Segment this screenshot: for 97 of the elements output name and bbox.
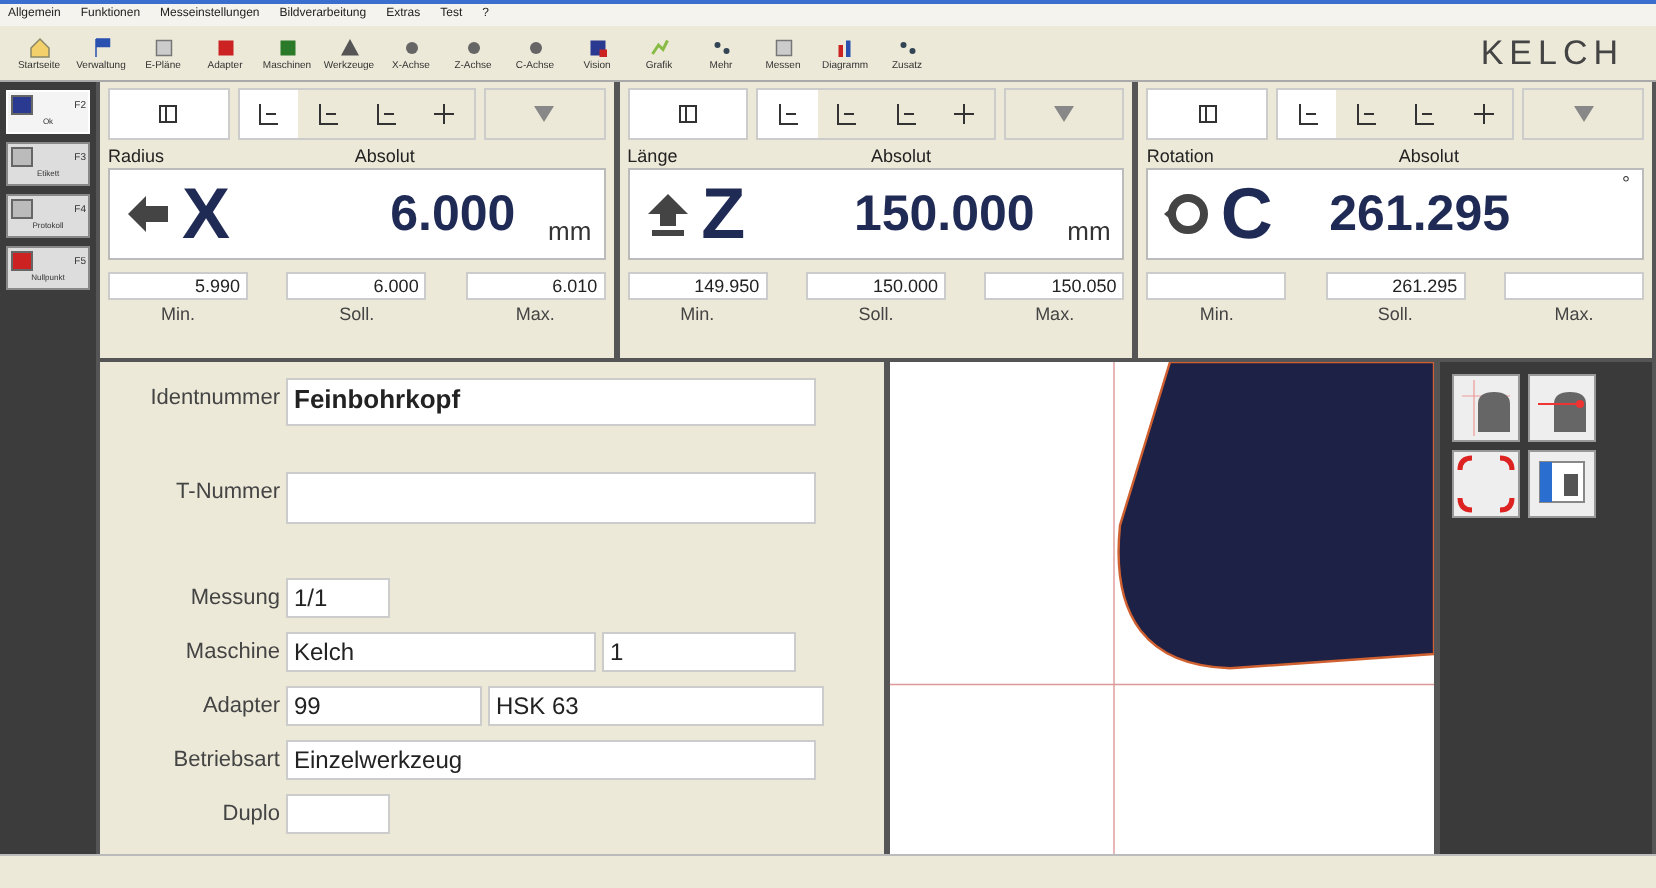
input-field[interactable]: HSK 63	[488, 686, 824, 726]
view-button[interactable]	[108, 88, 230, 140]
axis-value: 150.000	[851, 185, 1035, 243]
tool-view-button[interactable]	[1452, 450, 1520, 518]
limit-label: Max.	[1035, 304, 1075, 324]
bracket-icon	[1354, 102, 1379, 126]
brand-logo: KELCH	[1480, 33, 1626, 73]
bracket-icon	[315, 102, 340, 126]
filter-button[interactable]	[484, 88, 606, 140]
field-label: T-Nummer	[174, 478, 280, 504]
axis-name: Rotation	[1146, 144, 1214, 168]
limit-label: Min.	[160, 304, 195, 324]
document-icon	[771, 35, 795, 59]
axis-letter: X	[182, 178, 231, 250]
bracket-icon	[1295, 102, 1320, 126]
limit-field[interactable]: 261.295	[1325, 272, 1466, 300]
crosshair-icon	[952, 102, 977, 126]
bracket-icon	[893, 102, 918, 126]
rotate-icon	[1160, 190, 1213, 238]
view-button[interactable]	[627, 88, 749, 140]
field-label: Adapter	[200, 692, 280, 718]
unit-label: mm	[1065, 216, 1111, 246]
unit-label: °	[1622, 174, 1631, 196]
mode-button[interactable]	[1278, 90, 1337, 138]
limit-field[interactable]: 150.050	[984, 272, 1125, 300]
input-field[interactable]	[286, 472, 816, 524]
axis-value: 6.000	[388, 185, 516, 243]
tool-view-button[interactable]	[1528, 450, 1596, 518]
block-icon	[213, 35, 237, 59]
field-label: Messung	[188, 584, 280, 610]
input-field[interactable]: 1	[602, 632, 796, 672]
house-icon	[27, 35, 51, 59]
mode-label: Absolut	[352, 144, 417, 168]
limit-field[interactable]: 5.990	[108, 272, 248, 300]
limit-label: Soll.	[339, 304, 375, 324]
window-icon	[10, 250, 38, 272]
mode-button[interactable]	[239, 90, 299, 138]
input-field[interactable]: 99	[286, 686, 482, 726]
limit-label: Max.	[515, 304, 555, 324]
image-icon	[585, 35, 609, 59]
window-icon	[10, 94, 38, 116]
input-field[interactable]: 1/1	[286, 578, 390, 618]
triangle-icon	[337, 35, 361, 59]
filter-button[interactable]	[1522, 88, 1645, 140]
bracket-icon	[834, 102, 859, 126]
view-button[interactable]	[1146, 88, 1269, 140]
limit-field[interactable]: 6.010	[465, 272, 606, 300]
frame-icon	[1195, 102, 1220, 126]
field-label: Betriebsart	[171, 746, 280, 772]
window-icon	[10, 146, 38, 168]
limit-field[interactable]: 149.950	[627, 272, 768, 300]
document-icon	[151, 35, 175, 59]
triangle-icon	[532, 102, 557, 126]
bracket-icon	[1412, 102, 1437, 126]
crosshair-icon	[1471, 102, 1496, 126]
field-label: Duplo	[220, 800, 280, 826]
limit-label: Soll.	[1377, 304, 1413, 324]
axis-name: Länge	[627, 144, 678, 168]
line-graph-icon	[647, 35, 671, 59]
square-icon	[275, 35, 299, 59]
axis-letter: C	[1220, 178, 1273, 250]
mode-label: Absolut	[1396, 144, 1461, 168]
field-label: Identnummer	[148, 384, 280, 410]
input-field[interactable]	[286, 794, 390, 834]
limit-field[interactable]	[1146, 272, 1287, 300]
triangle-icon	[1571, 102, 1596, 126]
bracket-icon	[374, 102, 399, 126]
input-field[interactable]: Einzelwerkzeug	[286, 740, 816, 780]
tool-view-button[interactable]	[1452, 374, 1520, 442]
input-field[interactable]: Kelch	[286, 632, 596, 672]
axis-name: Radius	[108, 144, 165, 168]
input-field[interactable]: Feinbohrkopf	[286, 378, 816, 426]
triangle-icon	[1052, 102, 1077, 126]
crosshair-icon	[432, 102, 457, 126]
axis-value: 261.295	[1327, 185, 1511, 243]
corners-icon	[1454, 452, 1518, 516]
limit-label: Min.	[1199, 304, 1234, 324]
window-icon	[10, 198, 38, 220]
bracket-icon	[776, 102, 801, 126]
axis-letter: Z	[701, 178, 746, 250]
tool-view-button[interactable]	[1528, 374, 1596, 442]
limit-field[interactable]	[1504, 272, 1644, 300]
flag-icon	[89, 35, 113, 59]
bracket-icon	[256, 102, 281, 126]
limit-label: Max.	[1554, 304, 1594, 324]
limit-label: Soll.	[858, 304, 894, 324]
filter-button[interactable]	[1003, 88, 1125, 140]
mode-button[interactable]	[758, 90, 818, 138]
field-label: Maschine	[183, 638, 280, 664]
limit-label: Min.	[680, 304, 715, 324]
unit-label: mm	[546, 216, 592, 246]
limit-field[interactable]: 6.000	[286, 272, 427, 300]
limit-field[interactable]: 150.000	[806, 272, 946, 300]
frame-icon	[676, 102, 700, 126]
frame-icon	[156, 102, 181, 126]
mode-label: Absolut	[869, 144, 934, 168]
bar-chart-icon	[833, 35, 857, 59]
